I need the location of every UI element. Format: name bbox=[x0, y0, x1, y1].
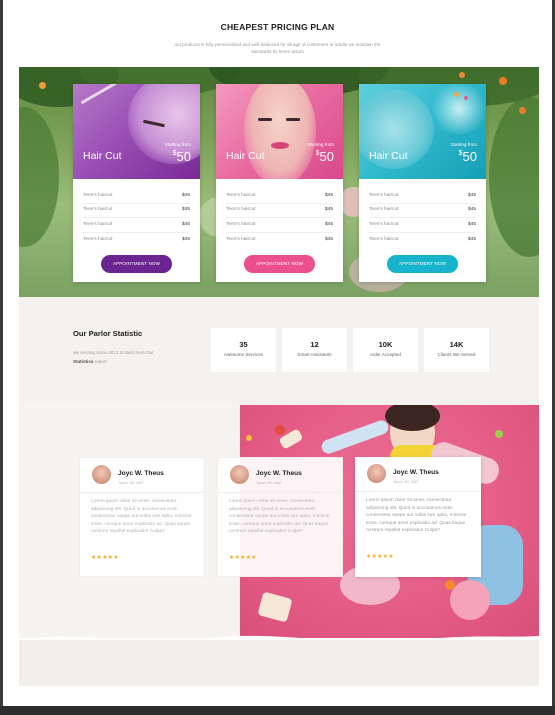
card-divider bbox=[218, 492, 342, 493]
reviewer-location: Tyson, NS 2887 bbox=[256, 481, 282, 485]
price-row: Teen's haircut $45 bbox=[369, 206, 476, 218]
testimonial-card-3: Joyc W. Theus Tyson, NS 2887 Lorem ipsum… bbox=[355, 457, 481, 577]
star-rating-icon: ★★★★★ bbox=[91, 555, 119, 561]
stat-value: 12 bbox=[310, 340, 319, 349]
card-hero-image bbox=[359, 84, 486, 179]
card-service-name: Hair Cut bbox=[83, 150, 122, 162]
section-subtitle: out products is fully personalized and w… bbox=[174, 42, 381, 54]
stat-label: Smart Assistants bbox=[297, 352, 332, 357]
card-divider bbox=[80, 492, 204, 493]
price-row: Teen's haircut $45 bbox=[226, 206, 333, 218]
footer-band bbox=[19, 640, 539, 686]
testimonial-card-2: Joyc W. Theus Tyson, NS 2887 Lorem ipsum… bbox=[217, 457, 343, 577]
avatar bbox=[91, 464, 112, 485]
card-price: $50 bbox=[315, 149, 334, 164]
stat-box: 10K order Accepted bbox=[353, 328, 418, 372]
section-title: CHEAPEST PRICING PLAN bbox=[220, 22, 335, 32]
star-rating-icon: ★★★★★ bbox=[229, 555, 257, 561]
pricing-card-1: Hair Cut Starting from $50 Teen's haircu… bbox=[73, 84, 200, 282]
reviewer-location: Tyson, NS 2887 bbox=[393, 480, 419, 484]
testimonial-text: Lorem ipsum dolor sit amet, consectetur … bbox=[229, 499, 330, 535]
pricing-card-2: Hair Cut Starting from $50 Teen's haircu… bbox=[216, 84, 343, 282]
statistic-heading: Our Parlor Statistic bbox=[73, 329, 143, 338]
window-bottom-bar bbox=[0, 706, 555, 715]
card-hero-image bbox=[73, 84, 200, 179]
price-row: Teen's haircut $45 bbox=[226, 237, 333, 242]
price-row: Teen's haircut $45 bbox=[83, 192, 190, 204]
avatar bbox=[366, 463, 387, 484]
testimonial-card-1: Joyc W. Theus Tyson, NS 2887 Lorem ipsum… bbox=[79, 457, 205, 577]
card-from-label: Starting from bbox=[450, 142, 477, 147]
price-row: Teen's haircut $45 bbox=[226, 221, 333, 233]
price-row: Teen's haircut $45 bbox=[369, 221, 476, 233]
card-divider bbox=[355, 491, 481, 492]
testimonial-text: Lorem ipsum dolor sit amet, consectetur … bbox=[366, 498, 467, 534]
stat-box: 12 Smart Assistants bbox=[282, 328, 347, 372]
reviewer-name: Joyc W. Theus bbox=[393, 469, 439, 476]
testimonial-text: Lorem ipsum dolor sit amet, consectetur … bbox=[91, 499, 192, 535]
card-service-name: Hair Cut bbox=[369, 150, 408, 162]
appointment-button[interactable]: APPOINTMENT NOW bbox=[101, 255, 172, 273]
avatar bbox=[229, 464, 250, 485]
card-hero-image bbox=[216, 84, 343, 179]
appointment-button[interactable]: APPOINTMENT NOW bbox=[387, 255, 458, 273]
stat-value: 10K bbox=[378, 340, 393, 349]
price-row: Teen's haircut $45 bbox=[83, 206, 190, 218]
card-service-name: Hair Cut bbox=[226, 150, 265, 162]
stat-label: Clients We Served bbox=[437, 352, 476, 357]
price-row: Teen's haircut $45 bbox=[226, 192, 333, 204]
star-rating-icon: ★★★★★ bbox=[366, 554, 394, 560]
price-row: Teen's haircut $45 bbox=[83, 237, 190, 242]
statistic-description: we serving since 2013 to Beirt here Our … bbox=[73, 350, 154, 364]
card-from-label: Starting from bbox=[164, 142, 191, 147]
stat-value: 14K bbox=[449, 340, 464, 349]
reviewer-location: Tyson, NS 2887 bbox=[118, 481, 144, 485]
stat-label: Awesome Services bbox=[224, 352, 263, 357]
card-from-label: Starting from bbox=[307, 142, 334, 147]
price-row: Teen's haircut $45 bbox=[83, 221, 190, 233]
reviewer-name: Joyc W. Theus bbox=[256, 470, 302, 477]
stat-box: 14K Clients We Served bbox=[424, 328, 489, 372]
pricing-card-3: Hair Cut Starting from $50 Teen's haircu… bbox=[359, 84, 486, 282]
reviewer-name: Joyc W. Theus bbox=[118, 470, 164, 477]
card-price: $50 bbox=[458, 149, 477, 164]
stat-value: 35 bbox=[239, 340, 248, 349]
price-row: Teen's haircut $45 bbox=[369, 192, 476, 204]
appointment-button[interactable]: APPOINTMENT NOW bbox=[244, 255, 315, 273]
stat-label: order Accepted bbox=[370, 352, 401, 357]
price-row: Teen's haircut $45 bbox=[369, 237, 476, 242]
card-price: $50 bbox=[172, 149, 191, 164]
window-edge-left bbox=[0, 0, 3, 706]
stat-box: 35 Awesome Services bbox=[211, 328, 276, 372]
